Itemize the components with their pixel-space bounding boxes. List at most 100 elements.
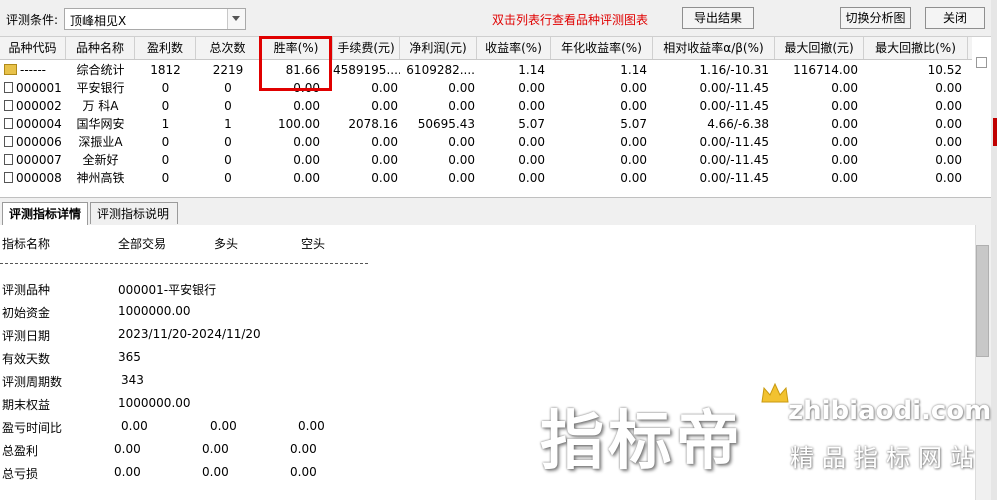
- cell-max-drawdown-ratio: 0.00: [935, 171, 962, 185]
- cell-win-rate: 0.00: [293, 99, 320, 113]
- col-header-net-profit[interactable]: 净利润(元): [400, 37, 477, 59]
- col-header-code[interactable]: 品种代码: [0, 37, 66, 59]
- document-icon: [4, 100, 13, 111]
- col-header-max-drawdown[interactable]: 最大回撤(元): [775, 37, 864, 59]
- document-icon: [4, 118, 13, 129]
- detail-scrollbar-thumb[interactable]: [976, 245, 989, 357]
- cell-fee: 0.00: [371, 171, 398, 185]
- window-edge: [991, 0, 997, 500]
- stat-label: 总盈利: [2, 444, 39, 458]
- condition-select[interactable]: 顶峰相见X: [64, 8, 246, 30]
- condition-value: 顶峰相见X: [70, 14, 127, 28]
- watermark: 指标帝 zhibiaodi.com 精品指标网站: [540, 382, 992, 500]
- cell-total-count: 0: [224, 171, 232, 185]
- detail-value: 365: [118, 350, 141, 364]
- cell-max-drawdown: 0.00: [831, 81, 858, 95]
- col-header-max-drawdown-ratio[interactable]: 最大回撤比(%): [864, 37, 968, 59]
- cell-code: 000007: [0, 151, 76, 169]
- stat-all: 0.00: [121, 419, 148, 433]
- table-row[interactable]: 000001 平安银行 0 0 0.00 0.00 0.00 0.00 0.00…: [0, 79, 972, 97]
- cell-alpha-beta: 4.66/-6.38: [707, 117, 769, 131]
- col-header-name[interactable]: 品种名称: [66, 37, 135, 59]
- chevron-down-icon[interactable]: [227, 9, 245, 29]
- cell-name: 国华网安: [76, 117, 125, 131]
- table-row[interactable]: 000004 国华网安 1 1 100.00 2078.16 50695.43 …: [0, 115, 972, 133]
- cell-net-profit: 0.00: [448, 135, 475, 149]
- col-header-total-count[interactable]: 总次数: [196, 37, 260, 59]
- cell-net-profit: 0.00: [448, 99, 475, 113]
- cell-max-drawdown-ratio: 0.00: [935, 117, 962, 131]
- cell-profit-count: 1812: [150, 63, 181, 77]
- watermark-slogan: 精品指标网站: [790, 444, 982, 472]
- cell-total-count: 0: [224, 99, 232, 113]
- stat-label: 总亏损: [2, 467, 39, 481]
- tab-explain[interactable]: 评测指标说明: [90, 202, 178, 224]
- table-row[interactable]: ------ 综合统计 1812 2219 81.66 4589195.... …: [0, 61, 972, 79]
- col-header-profit-count[interactable]: 盈利数: [135, 37, 196, 59]
- cell-total-count: 0: [224, 81, 232, 95]
- hint-text: 双击列表行查看品种评测图表: [492, 13, 649, 27]
- stat-all: 0.00: [114, 442, 141, 456]
- stat-long: 0.00: [202, 465, 229, 479]
- cell-total-count: 0: [224, 135, 232, 149]
- cell-return: 5.07: [518, 117, 545, 131]
- cell-annual-return: 0.00: [620, 99, 647, 113]
- cell-win-rate: 0.00: [293, 171, 320, 185]
- cell-net-profit: 0.00: [448, 171, 475, 185]
- table-row[interactable]: 000002 万 科A 0 0 0.00 0.00 0.00 0.00 0.00…: [0, 97, 972, 115]
- col-header-return[interactable]: 收益率(%): [477, 37, 551, 59]
- cell-code: 000004: [0, 115, 76, 133]
- detail-value: 1000000.00: [118, 396, 191, 410]
- cell-max-drawdown: 0.00: [831, 117, 858, 131]
- detail-label: 有效天数: [2, 352, 51, 366]
- cell-profit-count: 0: [161, 81, 170, 95]
- detail-value: 000001-平安银行: [118, 283, 217, 297]
- cell-net-profit: 0.00: [448, 153, 475, 167]
- cell-name: 神州高铁: [76, 171, 125, 185]
- close-button[interactable]: 关闭: [925, 7, 985, 29]
- cell-net-profit: 6109282....: [406, 63, 475, 77]
- toolbar: 评测条件: 顶峰相见X 双击列表行查看品种评测图表 导出结果 切换分析图 关闭: [0, 0, 997, 37]
- export-button[interactable]: 导出结果: [682, 7, 754, 29]
- cell-name: 平安银行: [76, 81, 125, 95]
- detail-tab-bar: 评测指标详情 评测指标说明: [0, 197, 991, 226]
- stat-long: 0.00: [210, 419, 237, 433]
- cell-profit-count: 0: [161, 135, 170, 149]
- cell-alpha-beta: 1.16/-10.31: [699, 63, 769, 77]
- cell-alpha-beta: 0.00/-11.45: [699, 81, 769, 95]
- cell-name: 综合统计: [76, 63, 125, 77]
- col-header-annual-return[interactable]: 年化收益率(%): [551, 37, 653, 59]
- tab-detail[interactable]: 评测指标详情: [2, 202, 88, 226]
- cell-max-drawdown-ratio: 10.52: [927, 63, 962, 77]
- table-row[interactable]: 000006 深振业A 0 0 0.00 0.00 0.00 0.00 0.00…: [0, 133, 972, 151]
- cell-fee: 0.00: [371, 135, 398, 149]
- col-header-fee[interactable]: 手续费(元): [333, 37, 400, 59]
- cell-profit-count: 0: [161, 171, 170, 185]
- cell-fee: 2078.16: [348, 117, 398, 131]
- watermark-url: zhibiaodi.com: [788, 396, 992, 426]
- cell-annual-return: 0.00: [620, 81, 647, 95]
- cell-fee: 0.00: [371, 99, 398, 113]
- cell-max-drawdown: 0.00: [831, 171, 858, 185]
- cell-return: 0.00: [518, 135, 545, 149]
- stat-label: 盈亏时间比: [2, 421, 63, 435]
- cell-code: 000002: [0, 97, 76, 115]
- cell-annual-return: 0.00: [620, 171, 647, 185]
- table-row[interactable]: 000007 全新好 0 0 0.00 0.00 0.00 0.00 0.00 …: [0, 151, 972, 169]
- crown-icon: [761, 382, 789, 403]
- cell-total-count: 1: [224, 117, 232, 131]
- win-rate-highlight-box: [259, 36, 332, 91]
- detail-value: 1000000.00: [118, 304, 191, 318]
- col-header-alpha-beta[interactable]: 相对收益率α/β(%): [653, 37, 775, 59]
- table-row[interactable]: 000008 神州高铁 0 0 0.00 0.00 0.00 0.00 0.00…: [0, 169, 972, 187]
- edge-marker: [993, 118, 997, 146]
- cell-alpha-beta: 0.00/-11.45: [699, 171, 769, 185]
- watermark-brand: 指标帝: [540, 405, 744, 479]
- detail-header-name: 指标名称: [2, 237, 51, 251]
- switch-chart-button[interactable]: 切换分析图: [840, 7, 911, 29]
- cell-net-profit: 50695.43: [417, 117, 475, 131]
- condition-label: 评测条件:: [6, 13, 59, 27]
- grid-header: 品种代码 品种名称 盈利数 总次数 胜率(%) 手续费(元) 净利润(元) 收益…: [0, 37, 972, 60]
- cell-max-drawdown-ratio: 0.00: [935, 81, 962, 95]
- grid-checkbox[interactable]: [976, 57, 987, 68]
